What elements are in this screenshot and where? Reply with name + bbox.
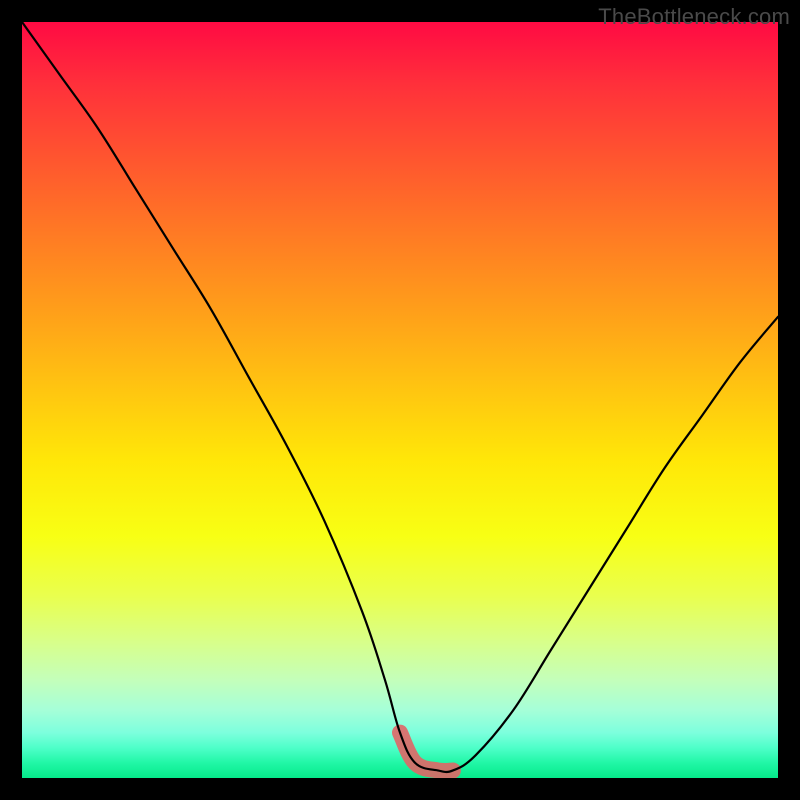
plot-area [22,22,778,778]
chart-svg [22,22,778,778]
watermark-text: TheBottleneck.com [598,4,790,30]
bottleneck-curve [22,22,778,772]
chart-frame: TheBottleneck.com [0,0,800,800]
